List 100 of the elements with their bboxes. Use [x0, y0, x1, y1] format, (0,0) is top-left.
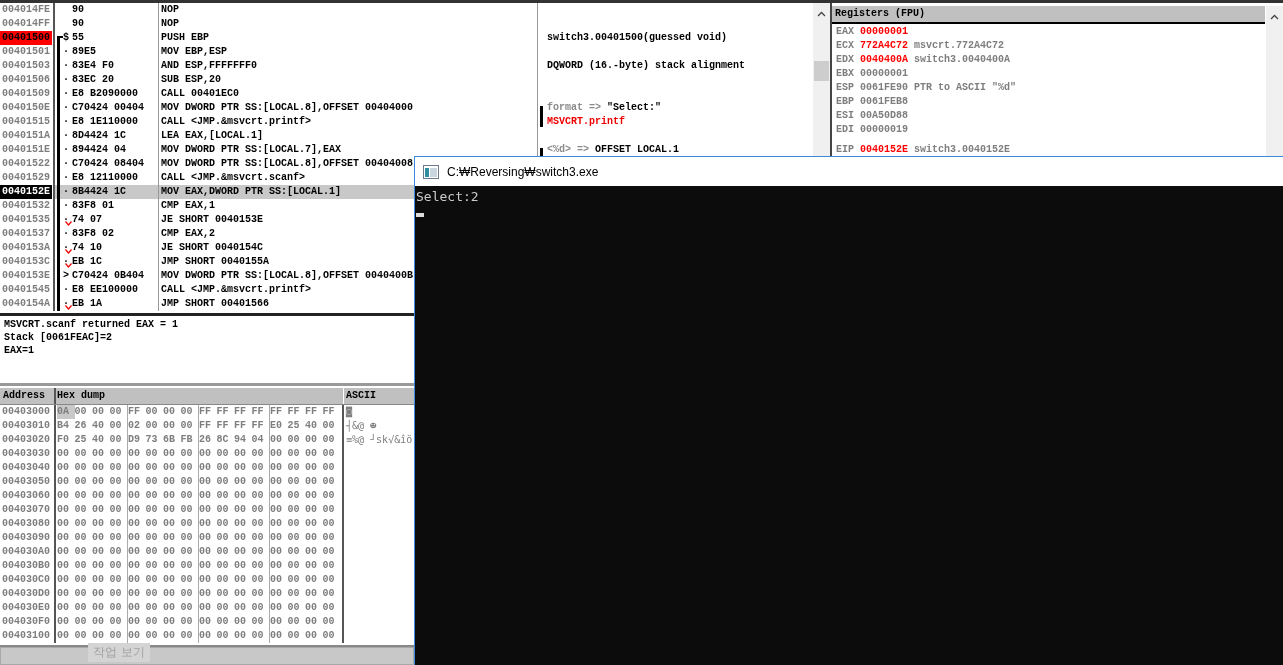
register-value[interactable]: 0040400A: [860, 53, 909, 67]
byte-cell-text: 00: [109, 475, 123, 489]
byte-cell-text: 00: [145, 545, 159, 559]
address-cell-text: 00403050: [1, 475, 51, 489]
byte-cell-text: 00: [92, 447, 105, 461]
marker: ·: [63, 297, 69, 311]
byte-cell-text: 00: [199, 461, 212, 475]
column-header[interactable]: ASCII: [344, 388, 416, 404]
register-value[interactable]: 0040152E: [860, 143, 909, 157]
byte-cell-text: 00: [251, 447, 265, 461]
marker: ·: [63, 143, 69, 157]
column-header[interactable]: Hex dump: [56, 388, 344, 404]
hex-cell: C70424 00404: [72, 102, 144, 113]
byte-cell-text: 00: [305, 433, 318, 447]
byte-cell-text: 00: [322, 601, 336, 615]
byte-cell-text: 00: [322, 517, 336, 531]
byte-cell-text: 00: [199, 531, 212, 545]
address-cell-text: 00401535: [1, 213, 51, 227]
byte-cell-text: 00: [322, 573, 336, 587]
byte-cell-text: 00: [234, 461, 247, 475]
address-cell-text: 004030F0: [1, 615, 51, 629]
byte-cell-text: 40: [92, 433, 105, 447]
byte-cell-text: 00: [128, 559, 141, 573]
address-cell-text: 0040150E: [1, 101, 51, 115]
byte-cell-text: E0: [270, 419, 283, 433]
panel-title[interactable]: Registers (FPU): [832, 6, 1265, 24]
byte-cell-text: 00: [199, 573, 212, 587]
byte-cell-text: 00: [92, 615, 105, 629]
instruction-cell: NOP: [161, 18, 179, 29]
marker: ·: [63, 115, 69, 129]
register-value[interactable]: 00000001: [860, 67, 909, 81]
hex-cell: E8 EE100000: [72, 284, 138, 295]
hex-cell: 74 10: [72, 242, 102, 253]
ascii-cell: ≡%@ ┘sk√&îö: [346, 434, 413, 445]
byte-cell-text: 00: [74, 503, 88, 517]
byte-cell-text: 00: [234, 601, 247, 615]
byte-cell-text: 00: [57, 559, 70, 573]
byte-cell-text: 00: [92, 629, 105, 643]
address-cell-text: 00401522: [1, 157, 51, 171]
byte-cell-text: 00: [109, 405, 123, 419]
address-cell-text: 00403060: [1, 489, 51, 503]
console-output: Select:2: [416, 188, 480, 206]
byte-cell-text: 00: [251, 517, 265, 531]
scrollbar[interactable]: [0, 647, 414, 665]
marker: ·: [63, 101, 69, 115]
byte-cell-text: 00: [270, 503, 283, 517]
byte-cell-text: 00: [180, 559, 194, 573]
register-comment: switch3.0040152E: [914, 143, 1011, 157]
hex-cell: C70424 08404: [72, 158, 144, 169]
byte-cell-text: 94: [234, 433, 247, 447]
register-value[interactable]: 772A4C72: [860, 39, 909, 53]
byte-cell-text: FF: [287, 405, 301, 419]
byte-cell-text: 00: [109, 461, 123, 475]
byte-cell-text: 00: [180, 629, 194, 643]
byte-cell-text: 00: [234, 517, 247, 531]
column-header[interactable]: Address: [0, 388, 56, 404]
register-value[interactable]: 0061FE90: [860, 81, 909, 95]
byte-cell-text: 00: [199, 447, 212, 461]
byte-cell-text: FF: [199, 405, 212, 419]
byte-cell-text: 6B: [163, 433, 176, 447]
register-value[interactable]: 00000019: [860, 123, 909, 137]
byte-cell-text: 00: [287, 489, 301, 503]
register-value[interactable]: 00A50D88: [860, 109, 909, 123]
byte-cell-text: 00: [74, 531, 88, 545]
byte-cell-text: 00: [57, 629, 70, 643]
byte-cell-text: 00: [322, 461, 336, 475]
instruction-cell: CALL 00401EC0: [161, 88, 239, 99]
hex-cell: E8 B2090000: [72, 88, 138, 99]
scroll-up-icon[interactable]: [817, 11, 826, 17]
window-title: C:₩Reversing₩switch3.exe: [447, 164, 599, 179]
byte-cell-text: 00: [57, 601, 70, 615]
address-cell-text: 00403020: [1, 433, 51, 447]
byte-cell-text: 00: [287, 433, 301, 447]
byte-cell-text: 00: [109, 615, 123, 629]
byte-cell-text: 00: [145, 419, 159, 433]
scroll-up-icon[interactable]: [1270, 14, 1279, 20]
register-value[interactable]: 0061FEB8: [860, 95, 909, 109]
byte-cell-text: 73: [145, 433, 159, 447]
address-cell-text: 00401503: [1, 59, 51, 73]
byte-cell-text: 00: [109, 545, 123, 559]
byte-cell-text: 00: [216, 573, 230, 587]
scroll-thumb[interactable]: [814, 61, 829, 81]
ascii-cell: ◙: [346, 406, 353, 417]
info-line: Stack [0061FEAC]=2: [4, 331, 114, 344]
byte-cell-text: 00: [145, 587, 159, 601]
instruction-cell: NOP: [161, 4, 179, 15]
register-name: EDX: [836, 53, 854, 67]
byte-cell-text: 00: [74, 489, 88, 503]
byte-cell-text: FB: [180, 433, 194, 447]
byte-cell-text: 00: [322, 545, 336, 559]
byte-cell-text: 00: [145, 489, 159, 503]
register-comment: msvcrt.772A4C72: [914, 39, 1005, 53]
byte-cell-text: 00: [180, 419, 194, 433]
instruction-cell: CMP EAX,1: [161, 200, 215, 211]
address-cell-text: 0040153A: [1, 241, 51, 255]
byte-cell-text: FF: [234, 419, 247, 433]
byte-cell-text: 00: [216, 503, 230, 517]
register-value[interactable]: 00000001: [860, 25, 909, 39]
address-cell: 00401500: [0, 31, 52, 45]
byte-cell-text: 00: [322, 587, 336, 601]
